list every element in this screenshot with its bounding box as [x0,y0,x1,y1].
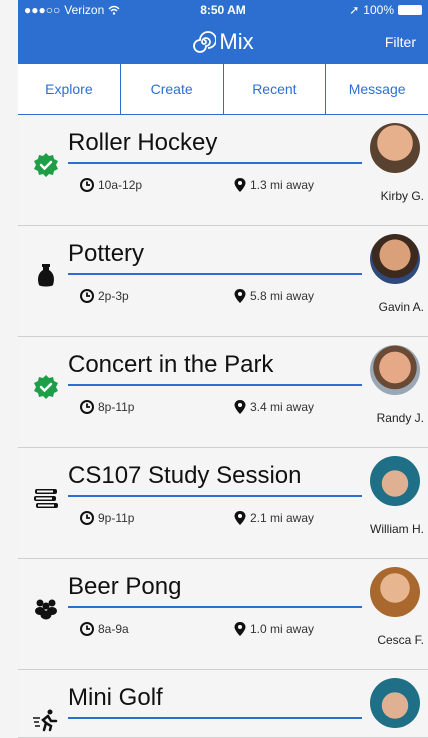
title-underline [68,495,362,497]
runner-icon [32,706,60,734]
time-text: 8a-9a [98,622,129,636]
avatar[interactable] [370,678,420,728]
map-pin-icon [234,289,246,303]
clock-icon [80,622,94,636]
user-name: Gavin A. [378,300,424,314]
status-time: 8:50 AM [200,3,246,17]
map-pin-icon [234,400,246,414]
avatar[interactable] [370,567,420,617]
list-item-pottery[interactable]: Pottery 2p-3p 5.8 mi away Gavin A. [18,226,428,337]
time-text: 2p-3p [98,289,129,303]
title-underline [68,384,362,386]
user-name: Kirby G. [380,189,424,203]
distance-text: 3.4 mi away [250,400,315,414]
activity-title: Beer Pong [68,573,182,600]
books-icon [32,484,60,512]
distance-text: 1.0 mi away [250,622,315,636]
tab-bar: Explore Create Recent Message [18,64,428,115]
map-pin-icon [234,511,246,525]
distance-text: 5.8 mi away [250,289,315,303]
title-underline [68,717,362,719]
activity-time: 8p-11p [80,400,134,414]
activity-time: 8a-9a [80,622,129,636]
check-badge-icon [32,373,60,401]
people-group-icon [32,595,60,623]
tab-recent[interactable]: Recent [224,64,327,114]
nav-bar: Mix Filter [18,20,428,64]
distance-text: 2.1 mi away [250,511,315,525]
tab-create[interactable]: Create [121,64,224,114]
app-name: Mix [219,29,254,54]
vase-icon [32,262,60,290]
activity-time: 2p-3p [80,289,129,303]
clock-icon [80,289,94,303]
map-pin-icon [234,622,246,636]
title-underline [68,606,362,608]
clock-icon [80,511,94,525]
activity-title: CS107 Study Session [68,462,302,489]
phone-screen: ●●●○○ Verizon 8:50 AM ➚ 100% Mix Filter … [18,0,428,738]
activity-time: 10a-12p [80,178,142,192]
avatar[interactable] [370,234,420,284]
time-text: 8p-11p [98,400,135,414]
app-logo: Mix [192,29,254,55]
activity-time: 9p-11p [80,511,134,525]
activity-distance: 5.8 mi away [234,289,314,303]
spiral-logo-icon [193,31,217,53]
clock-icon [80,400,94,414]
activity-distance: 2.1 mi away [234,511,314,525]
user-name: William H. [370,522,424,536]
activity-title: Concert in the Park [68,351,274,378]
activity-list: Roller Hockey 10a-12p 1.3 mi away Kirby … [18,115,428,738]
app-header: ●●●○○ Verizon 8:50 AM ➚ 100% Mix Filter [18,0,428,64]
activity-distance: 1.3 mi away [234,178,314,192]
avatar[interactable] [370,456,420,506]
check-badge-icon [32,151,60,179]
time-text: 10a-12p [98,178,143,192]
time-text: 9p-11p [98,511,135,525]
title-underline [68,273,362,275]
user-name: Cesca F. [377,633,424,647]
list-item-roller-hockey[interactable]: Roller Hockey 10a-12p 1.3 mi away Kirby … [18,115,428,226]
avatar[interactable] [370,345,420,395]
map-pin-icon [234,178,246,192]
activity-title: Pottery [68,240,145,267]
clock-icon [80,178,94,192]
list-item-mini-golf[interactable]: Mini Golf [18,670,428,738]
list-item-concert-in-the-park[interactable]: Concert in the Park 8p-11p 3.4 mi away R… [18,337,428,448]
avatar[interactable] [370,123,420,173]
tab-message[interactable]: Message [326,64,428,114]
distance-text: 1.3 mi away [250,178,315,192]
filter-button[interactable]: Filter [385,34,416,50]
status-bar: ●●●○○ Verizon 8:50 AM ➚ 100% [18,0,428,20]
tab-explore[interactable]: Explore [18,64,121,114]
activity-title: Mini Golf [68,684,163,711]
list-item-beer-pong[interactable]: Beer Pong 8a-9a 1.0 mi away Cesca F. [18,559,428,670]
title-underline [68,162,362,164]
activity-title: Roller Hockey [68,129,218,156]
user-name: Randy J. [376,411,424,425]
activity-distance: 3.4 mi away [234,400,314,414]
list-item-cs107-study-session[interactable]: CS107 Study Session 9p-11p 2.1 mi away W… [18,448,428,559]
activity-distance: 1.0 mi away [234,622,314,636]
